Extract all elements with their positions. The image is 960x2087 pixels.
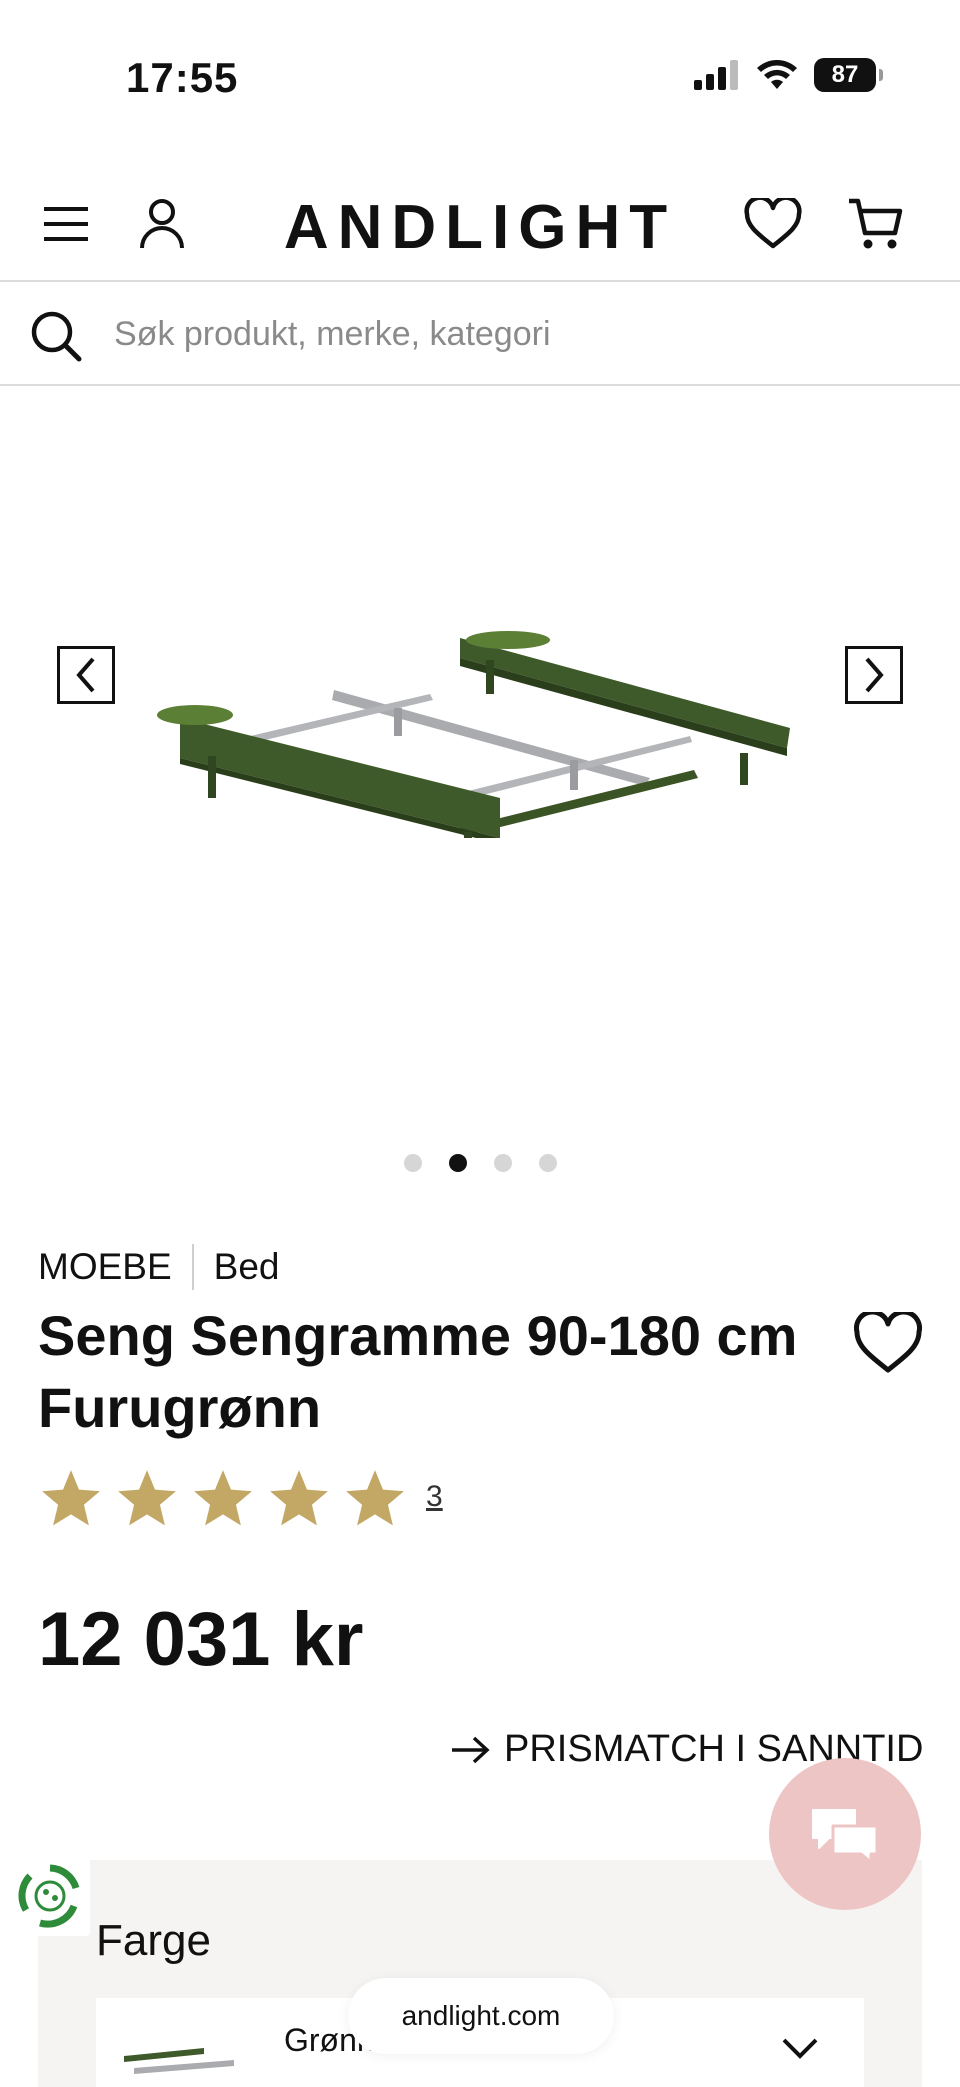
star-icon (346, 1470, 404, 1526)
breadcrumb: MOEBE Bed (38, 1244, 279, 1290)
brand-link[interactable]: MOEBE (38, 1246, 172, 1288)
account-icon[interactable] (130, 192, 194, 256)
category-link[interactable]: Bed (214, 1246, 280, 1288)
menu-icon[interactable] (34, 192, 98, 256)
signal-icon (694, 60, 738, 90)
gallery-next-button[interactable] (845, 646, 903, 704)
chevron-down-icon (782, 2038, 818, 2059)
review-count-link[interactable]: 3 (426, 1480, 443, 1514)
wifi-icon (757, 60, 797, 89)
breadcrumb-divider (191, 1244, 194, 1290)
gallery-dot-active[interactable] (448, 1154, 467, 1172)
star-icon (194, 1470, 252, 1526)
chevron-left-icon (76, 657, 95, 693)
product-image (157, 631, 790, 838)
wishlist-icon[interactable] (741, 192, 805, 256)
product-title: Seng Sengramme 90-180 cm Furugrønn (38, 1304, 798, 1439)
cart-icon[interactable] (843, 192, 907, 256)
browser-url-bar[interactable]: andlight.com (348, 1978, 614, 2054)
site-header: ANDLIGHT (0, 170, 960, 282)
gallery-dot[interactable] (403, 1154, 422, 1172)
recycle-icon (18, 1864, 80, 1928)
star-icon (270, 1470, 328, 1526)
search-input[interactable] (114, 304, 914, 364)
star-icon (42, 1470, 100, 1526)
star-icon (118, 1470, 176, 1526)
eco-badge[interactable] (10, 1856, 90, 1936)
product-gallery (0, 388, 960, 1188)
gallery-prev-button[interactable] (57, 646, 115, 704)
color-thumbnail (124, 2048, 234, 2074)
arrow-right-icon (452, 1736, 490, 1763)
chat-button[interactable] (769, 1758, 921, 1910)
color-label: Farge (96, 1916, 211, 1965)
search-icon[interactable] (30, 310, 82, 362)
gallery-dot[interactable] (538, 1154, 557, 1172)
status-icons: 87 (694, 58, 883, 92)
search-bar (0, 284, 960, 386)
status-time: 17:55 (126, 54, 239, 101)
chat-icon (812, 1809, 879, 1864)
gallery-dot[interactable] (493, 1154, 512, 1172)
chevron-right-icon (865, 657, 884, 693)
product-price: 12 031 kr (38, 1597, 364, 1682)
add-to-wishlist-icon[interactable] (852, 1312, 924, 1376)
battery-indicator: 87 (814, 58, 883, 92)
product-rating: 3 (38, 1466, 443, 1532)
status-bar: 17:55 87 (0, 0, 960, 150)
gallery-pagination (0, 1154, 960, 1172)
